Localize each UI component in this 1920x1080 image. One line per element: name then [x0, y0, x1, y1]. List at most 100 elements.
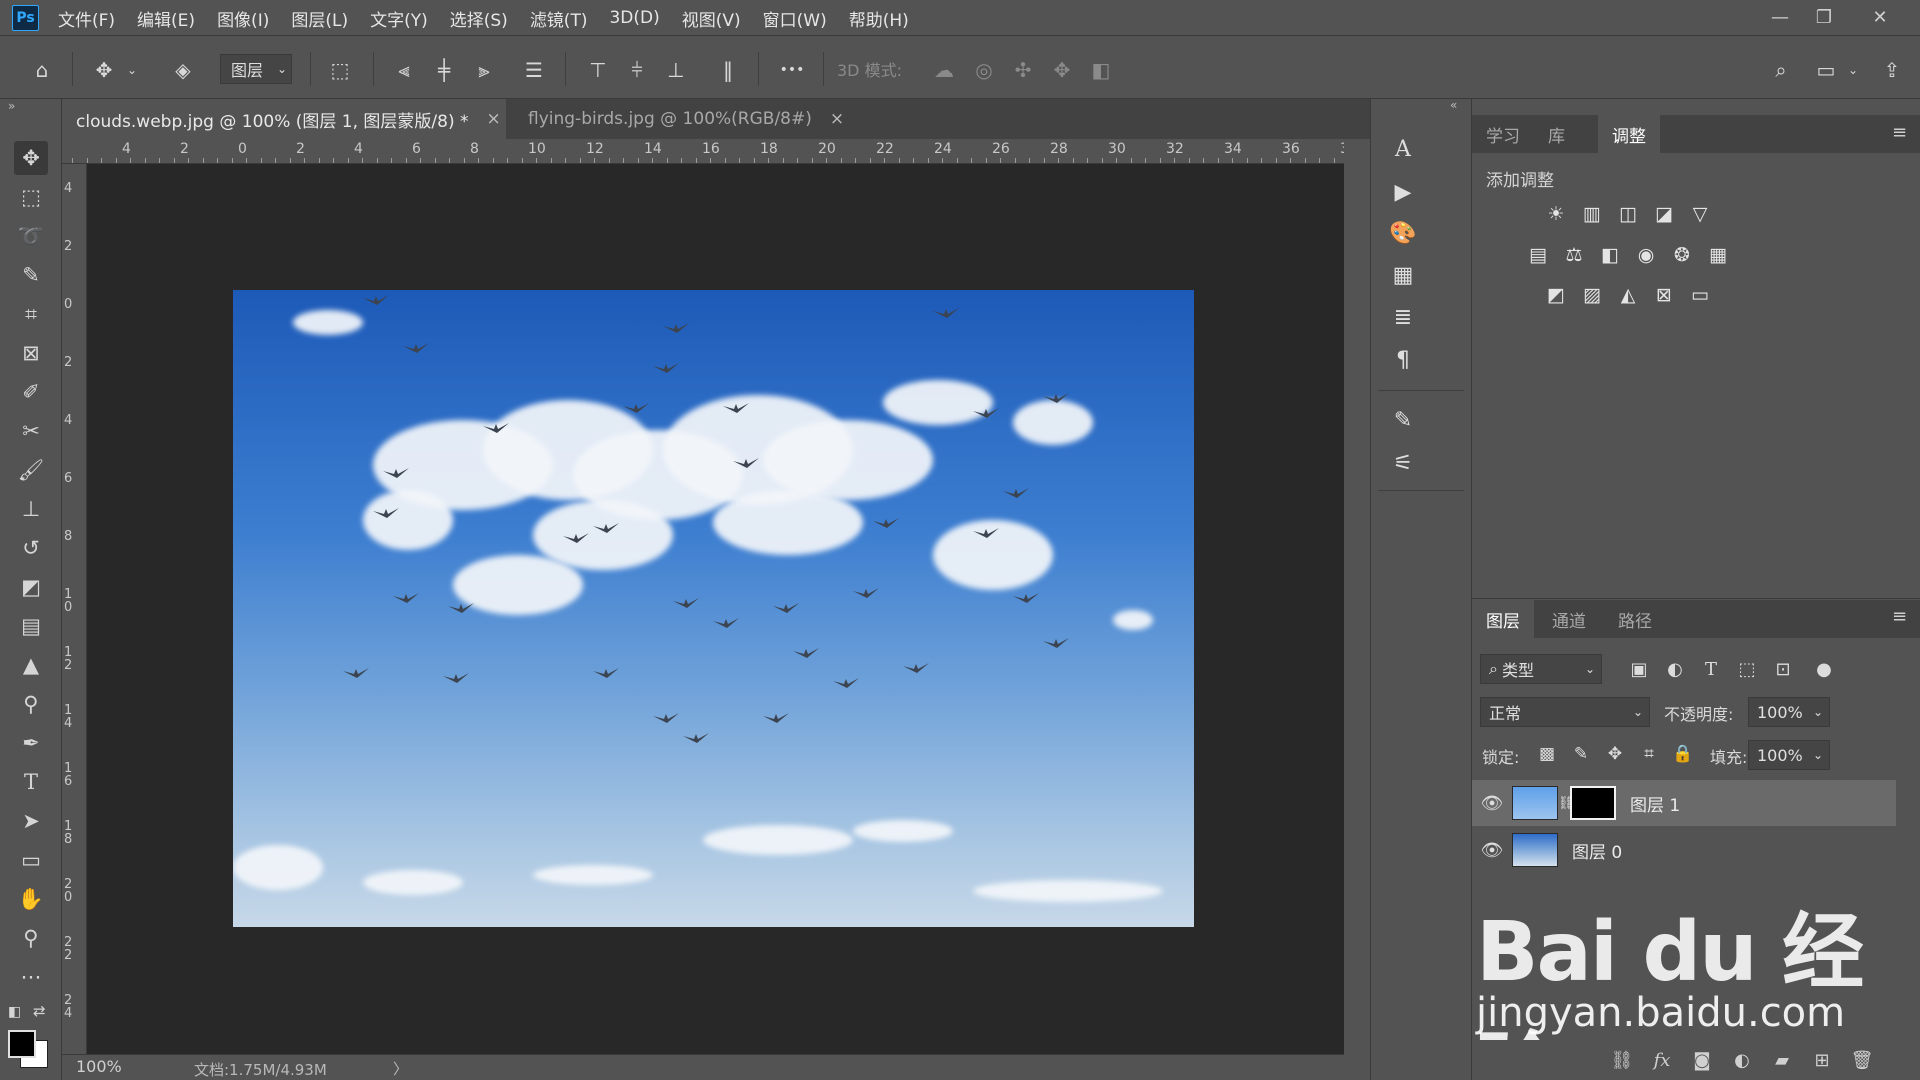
layer-row-1[interactable]: 👁 ⛓ 图层 1: [1472, 780, 1896, 826]
search-icon[interactable]: ⌕: [1766, 56, 1796, 84]
slide-3d-icon[interactable]: ✥: [1047, 56, 1077, 84]
lock-pixels-icon[interactable]: ✎: [1568, 741, 1594, 767]
quick-select-tool-icon[interactable]: ✎: [14, 258, 48, 292]
filter-pixel-icon[interactable]: ▣: [1625, 655, 1653, 683]
horizontal-ruler[interactable]: 4202468101214161820222426283032343638: [62, 139, 1344, 164]
lock-position-icon[interactable]: ✥: [1602, 741, 1628, 767]
history-brush-tool-icon[interactable]: ↺: [14, 531, 48, 565]
tab-clouds[interactable]: clouds.webp.jpg @ 100% (图层 1, 图层蒙版/8) * …: [62, 99, 506, 139]
collapse-panels-icon[interactable]: «: [1450, 98, 1457, 112]
add-mask-icon[interactable]: ◙: [1688, 1046, 1716, 1074]
pan-3d-icon[interactable]: ✣: [1008, 56, 1038, 84]
color-lookup-icon[interactable]: ▦: [1703, 240, 1733, 270]
more-options-button[interactable]: •••: [777, 56, 807, 84]
frame-tool-icon[interactable]: ⊠: [14, 336, 48, 370]
color-balance-icon[interactable]: ⚖: [1559, 240, 1589, 270]
tab-learn[interactable]: 学习: [1472, 115, 1534, 153]
levels-icon[interactable]: ▥: [1577, 199, 1607, 229]
align-hcenter-icon[interactable]: ╪: [429, 56, 459, 84]
zoom-level[interactable]: 100%: [76, 1057, 122, 1076]
chevron-down-icon[interactable]: ⌄: [124, 56, 140, 84]
auto-select-dropdown[interactable]: 图层 ⌄: [220, 54, 292, 84]
edit-toolbar-icon[interactable]: ⋯: [14, 960, 48, 994]
share-icon[interactable]: ⇪: [1877, 56, 1907, 84]
panel-menu-icon[interactable]: ≡: [1892, 122, 1907, 143]
eyedropper-tool-icon[interactable]: ✐: [14, 375, 48, 409]
adjust-presets-icon[interactable]: ⚟: [1388, 448, 1418, 478]
gradient-tool-icon[interactable]: ▤: [14, 609, 48, 643]
rectangle-tool-icon[interactable]: ▭: [14, 843, 48, 877]
pen-tool-icon[interactable]: ✒: [14, 726, 48, 760]
align-left-icon[interactable]: ⫷: [389, 56, 419, 84]
curves-icon[interactable]: ◫: [1613, 199, 1643, 229]
menu-layer[interactable]: 图层(L): [291, 6, 348, 31]
crop-tool-icon[interactable]: ⌗: [14, 297, 48, 331]
workspace-icon[interactable]: ▭: [1811, 56, 1841, 84]
transform-controls-icon[interactable]: ⬚: [325, 56, 355, 84]
layer-style-icon[interactable]: fx: [1648, 1046, 1676, 1074]
brush-tool-icon[interactable]: 🖌: [14, 453, 48, 487]
brightness-contrast-icon[interactable]: ☀: [1541, 199, 1571, 229]
menu-filter[interactable]: 滤镜(T): [530, 6, 588, 31]
visibility-eye-icon[interactable]: 👁: [1472, 793, 1512, 814]
link-layers-icon[interactable]: ⛓: [1608, 1046, 1636, 1074]
roll-3d-icon[interactable]: ◎: [969, 56, 999, 84]
auto-select-layers-icon[interactable]: ◈: [168, 56, 198, 84]
hand-tool-icon[interactable]: ✋: [14, 882, 48, 916]
new-layer-icon[interactable]: ⊞: [1808, 1046, 1836, 1074]
exposure-icon[interactable]: ◪: [1649, 199, 1679, 229]
move-tool-icon[interactable]: ✥: [14, 141, 48, 175]
swatches-panel-icon[interactable]: 🎨: [1388, 218, 1418, 248]
menu-view[interactable]: 视图(V): [682, 6, 741, 31]
filter-smart-object-icon[interactable]: ⊡: [1769, 655, 1797, 683]
restore-button[interactable]: ❐: [1804, 2, 1844, 32]
clone-stamp-tool-icon[interactable]: ⊥: [14, 492, 48, 526]
fill-input[interactable]: 100% ⌄: [1748, 740, 1830, 770]
selective-color-icon[interactable]: ⊠: [1649, 280, 1679, 310]
filter-type-icon[interactable]: T: [1697, 655, 1725, 683]
menu-select[interactable]: 选择(S): [450, 6, 508, 31]
type-tool-icon[interactable]: T: [14, 765, 48, 799]
chevron-down-icon[interactable]: ⌄: [1813, 748, 1823, 762]
layer-filter-select[interactable]: ⌕ 类型 ⌄: [1480, 654, 1602, 684]
posterize-icon[interactable]: ▨: [1577, 280, 1607, 310]
layer-thumbnail[interactable]: [1512, 786, 1558, 820]
tab-libraries[interactable]: 库: [1534, 115, 1579, 153]
visibility-eye-icon[interactable]: 👁: [1472, 840, 1512, 861]
invert-icon[interactable]: ◩: [1541, 280, 1571, 310]
lock-all-icon[interactable]: 🔒: [1670, 741, 1696, 767]
mask-link-icon[interactable]: ⛓: [1558, 796, 1575, 811]
black-white-icon[interactable]: ◧: [1595, 240, 1625, 270]
align-right-icon[interactable]: ⫸: [469, 56, 499, 84]
delete-layer-icon[interactable]: 🗑: [1848, 1046, 1876, 1074]
menu-help[interactable]: 帮助(H): [849, 6, 909, 31]
menu-file[interactable]: 文件(F): [58, 6, 115, 31]
menu-image[interactable]: 图像(I): [217, 6, 269, 31]
menu-3d[interactable]: 3D(D): [609, 8, 659, 28]
swap-colors-icon[interactable]: ⇄: [33, 1002, 46, 1020]
layer-thumbnail[interactable]: [1512, 833, 1558, 867]
vertical-ruler[interactable]: 4 2 0 2 4 6 8 1 0 1 2 1 4 1 6 1 8 2 0 2 2 2 4: [62, 164, 87, 1054]
table-panel-icon[interactable]: ▦: [1388, 260, 1418, 290]
close-window-button[interactable]: ✕: [1860, 2, 1900, 32]
actions-panel-icon[interactable]: ▶: [1388, 177, 1418, 207]
tab-layers[interactable]: 图层: [1472, 600, 1534, 638]
expand-toolbar-icon[interactable]: »: [8, 99, 15, 113]
move-tool-preset-icon[interactable]: ✥: [89, 56, 119, 84]
filter-shape-icon[interactable]: ⬚: [1733, 655, 1761, 683]
dodge-tool-icon[interactable]: ⚲: [14, 687, 48, 721]
minimize-button[interactable]: —: [1760, 2, 1800, 32]
path-select-tool-icon[interactable]: ➤: [14, 804, 48, 838]
eraser-tool-icon[interactable]: ◩: [14, 570, 48, 604]
document-canvas[interactable]: [233, 290, 1194, 927]
foreground-color-swatch[interactable]: [8, 1030, 36, 1058]
chevron-down-icon[interactable]: ⌄: [1813, 705, 1823, 719]
align-top-icon[interactable]: ⊤: [583, 56, 613, 84]
vibrance-icon[interactable]: ▽: [1685, 199, 1715, 229]
new-adjustment-layer-icon[interactable]: ◐: [1728, 1046, 1756, 1074]
marquee-tool-icon[interactable]: ⬚: [14, 180, 48, 214]
filter-toggle-icon[interactable]: ●: [1810, 655, 1838, 683]
healing-brush-tool-icon[interactable]: ✂: [14, 414, 48, 448]
opacity-input[interactable]: 100% ⌄: [1748, 697, 1830, 727]
gradient-map-icon[interactable]: ▭: [1685, 280, 1715, 310]
